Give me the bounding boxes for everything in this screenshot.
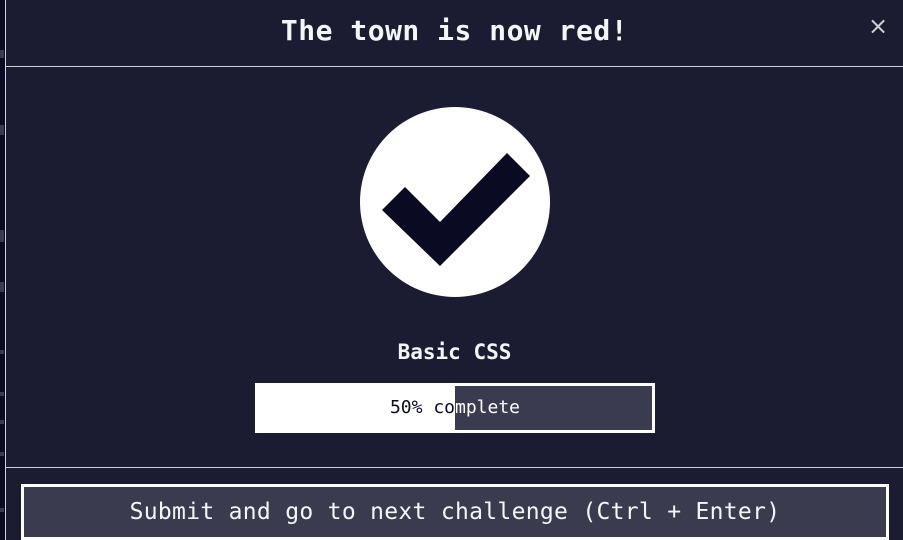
submit-next-challenge-button[interactable]: Submit and go to next challenge (Ctrl + … [21,484,889,540]
checkmark-icon [382,153,530,266]
footer-divider [6,467,903,468]
certification-title: Basic CSS [397,340,512,364]
progress-bar: 50% complete [255,383,655,433]
modal-header: The town is now red! × [6,0,903,67]
completion-modal: The town is now red! × Basic CSS 50% com… [5,0,903,540]
close-icon[interactable]: × [867,12,889,40]
progress-label-light: mplete [455,397,521,418]
progress-label: 50% complete [258,386,652,430]
success-circle [360,107,550,297]
progress-label-dark: 50% co [389,397,455,418]
modal-title: The town is now red! [280,14,629,47]
